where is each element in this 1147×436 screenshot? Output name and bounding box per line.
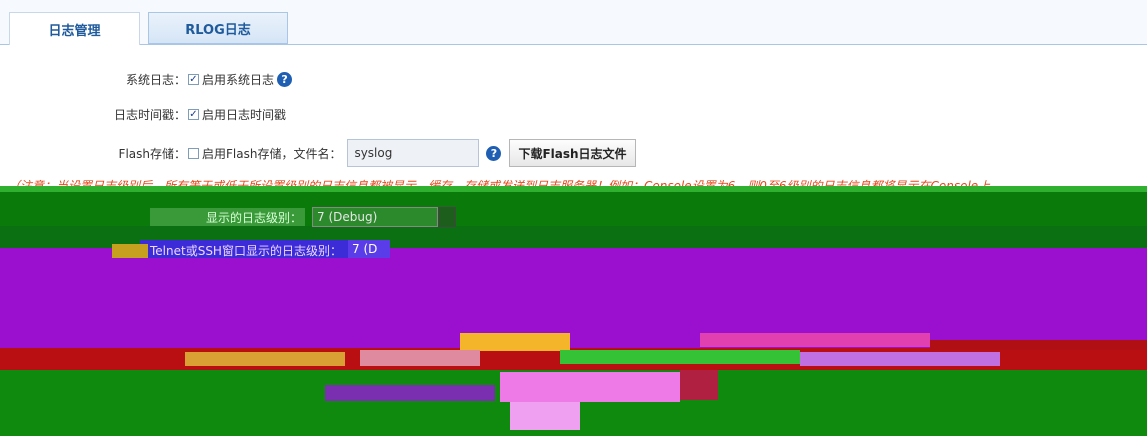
- glitch-band: [930, 340, 1147, 350]
- help-icon[interactable]: ?: [486, 145, 502, 161]
- flash-row: Flash存储： 启用Flash存储，文件名： ? 下载Flash日志文件: [0, 139, 636, 167]
- glitch-band: [112, 244, 148, 258]
- glitch-band: [0, 186, 1147, 192]
- glitch-band: [680, 370, 718, 400]
- glitch-band: [360, 350, 480, 366]
- glitch-band: [0, 248, 1147, 348]
- glitch-band: [800, 352, 1000, 366]
- tab-bar: 日志管理 RLOG日志: [0, 0, 1147, 45]
- flash-filename-input[interactable]: [347, 139, 480, 167]
- select-value: 7 (Debug): [317, 210, 378, 224]
- glitch-band: [185, 352, 345, 366]
- chevron-down-icon: [438, 207, 456, 227]
- syslog-checkbox[interactable]: ✓: [188, 74, 199, 85]
- tab-log-management[interactable]: 日志管理: [9, 12, 140, 45]
- flash-checkbox[interactable]: [188, 147, 199, 159]
- timestamp-checkbox-label: 启用日志时间戳: [202, 108, 287, 122]
- tab-label: 日志管理: [48, 23, 101, 39]
- glitch-band: [325, 385, 495, 401]
- glitch-band: [510, 402, 580, 430]
- tab-label: RLOG日志: [185, 22, 251, 38]
- help-icon[interactable]: ?: [277, 72, 293, 87]
- glitch-band: [560, 350, 800, 364]
- timestamp-checkbox[interactable]: ✓: [188, 109, 199, 120]
- select-value: 7 (D: [352, 242, 378, 256]
- ssh-level-label: Telnet或SSH窗口显示的日志级别：: [150, 244, 342, 258]
- tab-rlog[interactable]: RLOG日志: [148, 12, 288, 44]
- download-flash-log-button[interactable]: 下载Flash日志文件: [509, 139, 636, 167]
- flash-label: Flash存储：: [118, 146, 186, 161]
- syslog-row: 系统日志： ✓ 启用系统日志 ?: [0, 71, 293, 88]
- console-level-select[interactable]: 7 (Debug): [312, 207, 438, 227]
- glitch-band: [500, 372, 680, 402]
- glitch-band: [460, 333, 570, 351]
- syslog-label: 系统日志：: [125, 73, 186, 87]
- console-level-label: 显示的日志级别：: [206, 211, 303, 225]
- flash-checkbox-label: 启用Flash存储，文件名：: [202, 146, 342, 161]
- syslog-checkbox-label: 启用系统日志: [202, 73, 275, 87]
- timestamp-label: 日志时间戳：: [113, 108, 186, 122]
- timestamp-row: 日志时间戳： ✓ 启用日志时间戳: [0, 106, 286, 123]
- glitch-band: [700, 333, 930, 347]
